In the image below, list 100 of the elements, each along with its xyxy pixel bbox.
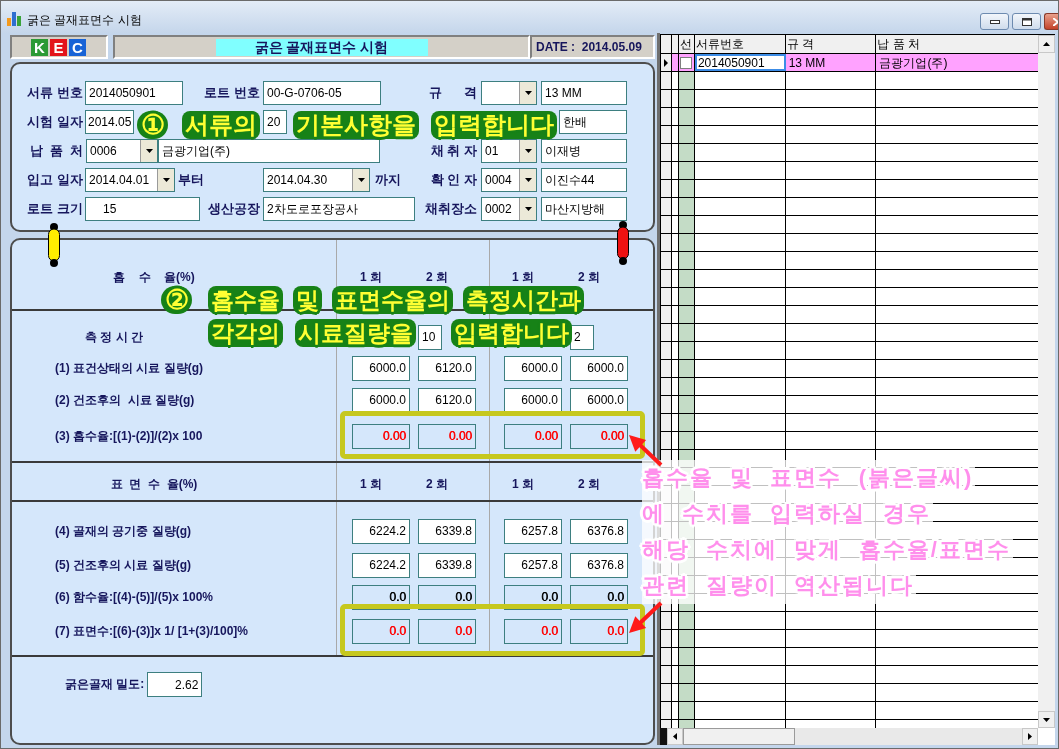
- input-field[interactable]: 20: [263, 109, 287, 134]
- column-header[interactable]: 납 품 처: [876, 35, 1038, 53]
- result-field: 0.00: [418, 423, 476, 449]
- input-field[interactable]: 6000.0: [504, 355, 562, 381]
- input-field[interactable]: 한배: [559, 109, 627, 134]
- input-field[interactable]: 13 MM: [541, 80, 627, 105]
- scroll-left-button[interactable]: [667, 728, 683, 745]
- scroll-right-button[interactable]: [1022, 728, 1038, 745]
- input-field[interactable]: 10: [418, 324, 442, 350]
- result-field: 0.0: [570, 618, 628, 644]
- minimize-button[interactable]: [980, 13, 1009, 30]
- date-field[interactable]: 2014.04.30: [263, 167, 370, 192]
- column-header[interactable]: 서류번호: [694, 35, 786, 53]
- horizontal-scrollbar[interactable]: [660, 728, 1055, 745]
- window-title: 굵은 골재표면수 시험: [27, 12, 142, 29]
- column-header: 2 회: [578, 268, 600, 286]
- caret-icon: [145, 148, 153, 153]
- ring-clip-icon: [616, 221, 630, 265]
- ring-clip-icon: [47, 223, 61, 267]
- field-label: 까지: [375, 170, 401, 189]
- input-field[interactable]: 2014.05: [85, 109, 134, 134]
- form-title: 굵은 골재표면수 시험: [215, 38, 428, 56]
- input-field[interactable]: 6339.8: [418, 518, 476, 544]
- result-field: 0.00: [352, 423, 410, 449]
- dropdown-button[interactable]: [157, 168, 174, 191]
- annotation-text: 흡수율: [208, 286, 283, 314]
- dropdown-button[interactable]: [519, 81, 536, 104]
- caret-icon: [524, 90, 532, 95]
- scroll-up-button[interactable]: [1038, 35, 1055, 53]
- input-field[interactable]: 6224.2: [352, 552, 410, 578]
- field-label: 시험 일자: [27, 112, 83, 131]
- close-icon: [1053, 17, 1058, 26]
- input-field[interactable]: 2014050901: [85, 80, 183, 105]
- input-field[interactable]: 6376.8: [570, 552, 628, 578]
- scroll-down-button[interactable]: [1038, 711, 1055, 728]
- field-label: 확 인 자: [430, 170, 477, 189]
- table-cell: 13 MM: [785, 54, 877, 71]
- caret-left-icon: [673, 733, 677, 740]
- input-field[interactable]: 6339.8: [418, 552, 476, 578]
- column-header[interactable]: 규 격: [785, 35, 877, 53]
- caret-down-icon: [1043, 717, 1050, 722]
- caret-up-icon: [1043, 42, 1050, 46]
- row-label: (2) 건조후의 시료 질량(g): [55, 392, 195, 409]
- input-field[interactable]: 6000.0: [504, 387, 562, 413]
- input-field[interactable]: 6120.0: [418, 387, 476, 413]
- table-cell: 금광기업(주): [876, 54, 1038, 71]
- date-field[interactable]: 2014.04.01: [85, 167, 175, 192]
- row-label: (3) 흡수율:[(1)-(2)]/(2)x 100: [55, 428, 203, 445]
- input-field[interactable]: 이진수44: [541, 167, 627, 192]
- minimize-icon: [989, 19, 1000, 24]
- dropdown-button[interactable]: [519, 197, 536, 220]
- input-field[interactable]: 6224.2: [352, 518, 410, 544]
- input-field[interactable]: 2: [570, 324, 594, 350]
- input-field[interactable]: 이재병: [541, 138, 627, 163]
- field-label: 채 취 자: [430, 141, 477, 160]
- input-field[interactable]: 6000.0: [352, 355, 410, 381]
- row-label: (1) 표건상태의 시료 질량(g): [55, 360, 203, 377]
- input-field[interactable]: 6257.8: [504, 518, 562, 544]
- dropdown-button[interactable]: [352, 168, 369, 191]
- dropdown-field[interactable]: [481, 80, 537, 105]
- row-label: 측 정 시 간: [85, 329, 143, 346]
- table-cell[interactable]: 2014050901: [694, 54, 786, 71]
- caret-icon: [357, 177, 365, 182]
- annotation-text: 기본사항을: [293, 111, 419, 139]
- result-field: 0.00: [570, 423, 628, 449]
- row-header[interactable]: [661, 54, 672, 71]
- dropdown-field[interactable]: 0006: [86, 138, 158, 163]
- input-field[interactable]: 15: [85, 196, 200, 221]
- field-label: 채취장소: [425, 199, 477, 218]
- dropdown-button[interactable]: [519, 168, 536, 191]
- input-field[interactable]: 6120.0: [418, 355, 476, 381]
- dropdown-field[interactable]: 01: [481, 138, 537, 163]
- dropdown-field[interactable]: 0004: [481, 167, 537, 192]
- row-label: (5) 건조후의 시료 질량(g): [55, 557, 191, 574]
- input-field[interactable]: 금광기업(주): [158, 138, 380, 163]
- maximize-icon: [1021, 17, 1032, 26]
- input-field[interactable]: 2.62: [147, 672, 203, 697]
- vertical-scrollbar[interactable]: [1038, 34, 1055, 728]
- dropdown-button[interactable]: [519, 139, 536, 162]
- dropdown-field[interactable]: 0002: [481, 196, 537, 221]
- input-field[interactable]: 6000.0: [570, 387, 628, 413]
- scrollbar-thumb[interactable]: [683, 728, 795, 745]
- dropdown-button[interactable]: [140, 139, 157, 162]
- field-label: 서류 번호: [27, 83, 83, 102]
- result-field: 0.0: [352, 618, 410, 644]
- close-button[interactable]: [1044, 13, 1058, 30]
- input-field[interactable]: 6000.0: [570, 355, 628, 381]
- field-label: 로트 크기: [27, 199, 83, 218]
- input-field[interactable]: 6257.8: [504, 552, 562, 578]
- input-field[interactable]: 00-G-0706-05: [263, 80, 381, 105]
- annotation-text: 표면수율의: [332, 286, 453, 314]
- maximize-button[interactable]: [1012, 13, 1041, 30]
- column-header: 2 회: [578, 475, 600, 493]
- input-field[interactable]: 6000.0: [352, 387, 410, 413]
- input-field[interactable]: 6376.8: [570, 518, 628, 544]
- column-header: 1 회: [360, 268, 382, 286]
- input-field[interactable]: 마산지방해: [541, 196, 627, 221]
- field-label: 납 품 처: [29, 141, 83, 160]
- row-label: (7) 표면수:[(6)-(3)]x 1/ [1+(3)/100]%: [55, 623, 249, 640]
- input-field[interactable]: 2차도로포장공사: [263, 196, 415, 221]
